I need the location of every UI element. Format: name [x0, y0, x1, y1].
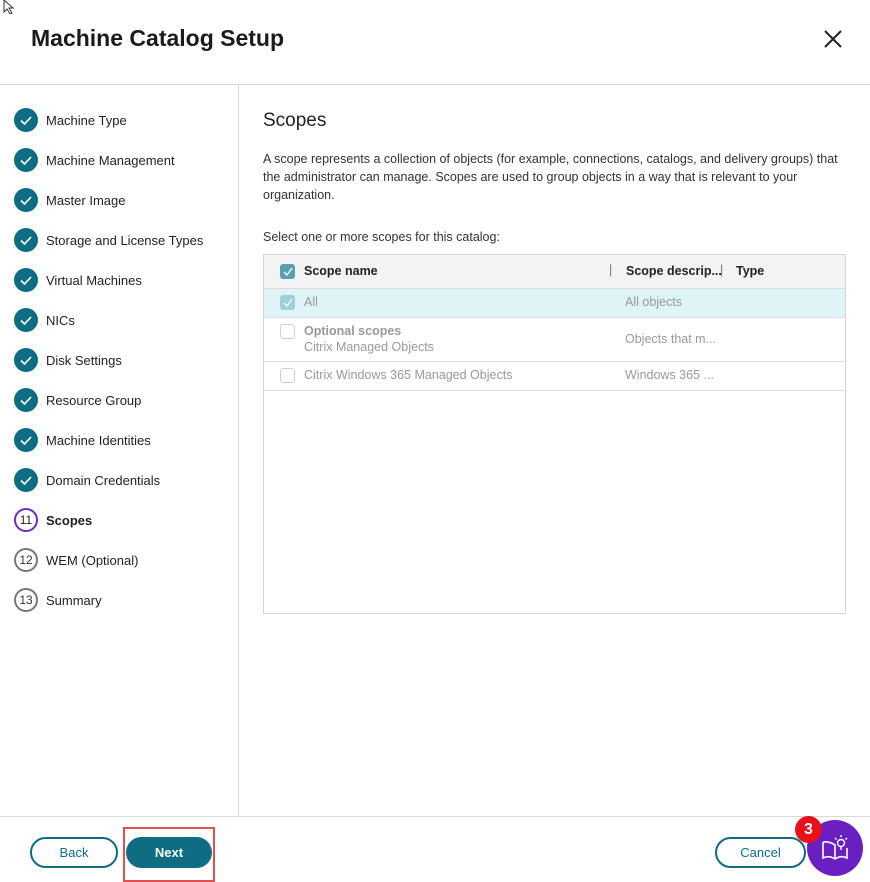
step-virtual-machines[interactable]: Virtual Machines [14, 268, 142, 292]
divider [0, 84, 870, 85]
check-icon [14, 428, 38, 452]
step-disk-settings[interactable]: Disk Settings [14, 348, 122, 372]
row-checkbox[interactable] [280, 324, 295, 339]
step-label: Summary [46, 592, 102, 608]
step-label: Domain Credentials [46, 472, 161, 488]
select-label: Select one or more scopes for this catal… [263, 230, 500, 244]
step-nics[interactable]: NICs [14, 308, 75, 332]
dialog-title: Machine Catalog Setup [31, 25, 285, 51]
step-number: 13 [14, 588, 38, 612]
check-icon [14, 348, 38, 372]
step-master-image[interactable]: Master Image [14, 188, 125, 212]
check-icon [14, 468, 38, 492]
column-type[interactable]: Type [736, 264, 764, 278]
step-label: Machine Identities [46, 432, 151, 448]
step-storage-and-license-types[interactable]: Storage and License Types [14, 228, 203, 252]
row-checkbox[interactable] [280, 368, 295, 383]
table-header: Scope name | Scope descrip... | Type [264, 255, 845, 289]
step-label: Virtual Machines [46, 272, 142, 288]
step-wem-optional[interactable]: 12 WEM (Optional) [14, 548, 138, 572]
scope-name: Optional scopes [304, 324, 402, 338]
scope-name: All [304, 295, 318, 309]
scope-description: All objects [625, 295, 682, 309]
step-label: Machine Type [46, 112, 127, 128]
check-icon [14, 228, 38, 252]
step-scopes[interactable]: 11 Scopes [14, 508, 92, 532]
check-icon [14, 388, 38, 412]
table-row[interactable]: Citrix Windows 365 Managed Objects Windo… [264, 362, 845, 391]
step-machine-identities[interactable]: Machine Identities [14, 428, 151, 452]
cancel-button[interactable]: Cancel [715, 837, 806, 868]
step-label: WEM (Optional) [46, 552, 139, 568]
check-icon [14, 188, 38, 212]
column-scope-description[interactable]: Scope descrip... [626, 264, 722, 278]
step-machine-type[interactable]: Machine Type [14, 108, 127, 132]
check-icon [14, 268, 38, 292]
scope-name: Citrix Windows 365 Managed Objects [304, 368, 513, 382]
scope-description: Windows 365 ... [625, 368, 714, 382]
scope-subname: Citrix Managed Objects [304, 340, 434, 354]
next-button[interactable]: Next [126, 837, 212, 868]
notification-badge: 3 [795, 816, 822, 843]
step-label: Master Image [46, 192, 126, 208]
step-label: Storage and License Types [46, 232, 204, 248]
step-resource-group[interactable]: Resource Group [14, 388, 141, 412]
back-button[interactable]: Back [30, 837, 118, 868]
check-icon [14, 108, 38, 132]
step-summary[interactable]: 13 Summary [14, 588, 102, 612]
step-label: Scopes [46, 512, 93, 528]
check-icon [14, 308, 38, 332]
step-label: Resource Group [46, 392, 142, 408]
divider [238, 85, 239, 816]
select-all-checkbox[interactable] [280, 264, 295, 279]
scope-description: Objects that m... [625, 332, 717, 346]
row-checkbox[interactable] [280, 295, 295, 310]
step-label: NICs [46, 312, 75, 328]
table-row[interactable]: All All objects [264, 289, 845, 318]
divider [0, 816, 870, 817]
step-number: 11 [14, 508, 38, 532]
step-machine-management[interactable]: Machine Management [14, 148, 175, 172]
scopes-table: Scope name | Scope descrip... | Type All… [263, 254, 846, 614]
step-label: Disk Settings [46, 352, 122, 368]
description: A scope represents a collection of objec… [263, 152, 838, 202]
column-scope-name[interactable]: Scope name [304, 264, 378, 278]
check-icon [14, 148, 38, 172]
book-lightbulb-icon [822, 835, 848, 860]
cursor-icon [3, 0, 15, 15]
page-heading: Scopes [263, 110, 327, 131]
table-row[interactable]: Optional scopes Citrix Managed Objects O… [264, 318, 845, 362]
step-number: 12 [14, 548, 38, 572]
step-domain-credentials[interactable]: Domain Credentials [14, 468, 160, 492]
close-icon[interactable] [820, 26, 846, 52]
step-label: Machine Management [46, 152, 175, 168]
